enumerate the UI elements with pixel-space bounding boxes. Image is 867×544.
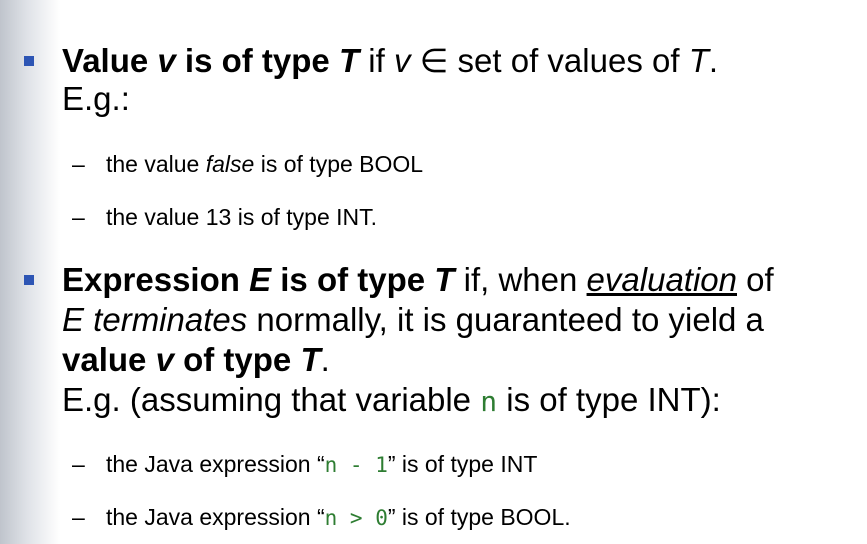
code-n: n bbox=[480, 385, 498, 418]
item2-line3: value v of type T. bbox=[62, 341, 330, 378]
bullet-square-icon bbox=[24, 56, 34, 66]
code-expr-int: n - 1 bbox=[324, 453, 388, 477]
bullet-square-icon bbox=[24, 275, 34, 285]
item1-sub2: – the value 13 is of type INT. bbox=[72, 204, 378, 230]
item2-line2: E terminates normally, it is guaranteed … bbox=[62, 301, 764, 338]
evaluation-term: evaluation bbox=[586, 261, 737, 298]
item1-sub1: – the value false is of type BOOL bbox=[72, 151, 424, 177]
code-expr-bool: n > 0 bbox=[324, 506, 388, 530]
item2-line1: Expression E is of type T if, when evalu… bbox=[62, 261, 774, 298]
item2-sub2: – the Java expression “n > 0” is of type … bbox=[72, 504, 571, 530]
term-value: Value v is of type T bbox=[62, 42, 360, 79]
item2-sub1: – the Java expression “n - 1” is of type … bbox=[72, 451, 538, 477]
slide: Value v is of type T if v ∈ set of value… bbox=[0, 0, 867, 544]
item1-line2: E.g.: bbox=[62, 80, 130, 117]
term-expression: Expression E is of type T bbox=[62, 261, 455, 298]
item2-line4: E.g. (assuming that variable n is of typ… bbox=[62, 381, 721, 418]
item1-line1: Value v is of type T if v ∈ set of value… bbox=[62, 42, 719, 79]
